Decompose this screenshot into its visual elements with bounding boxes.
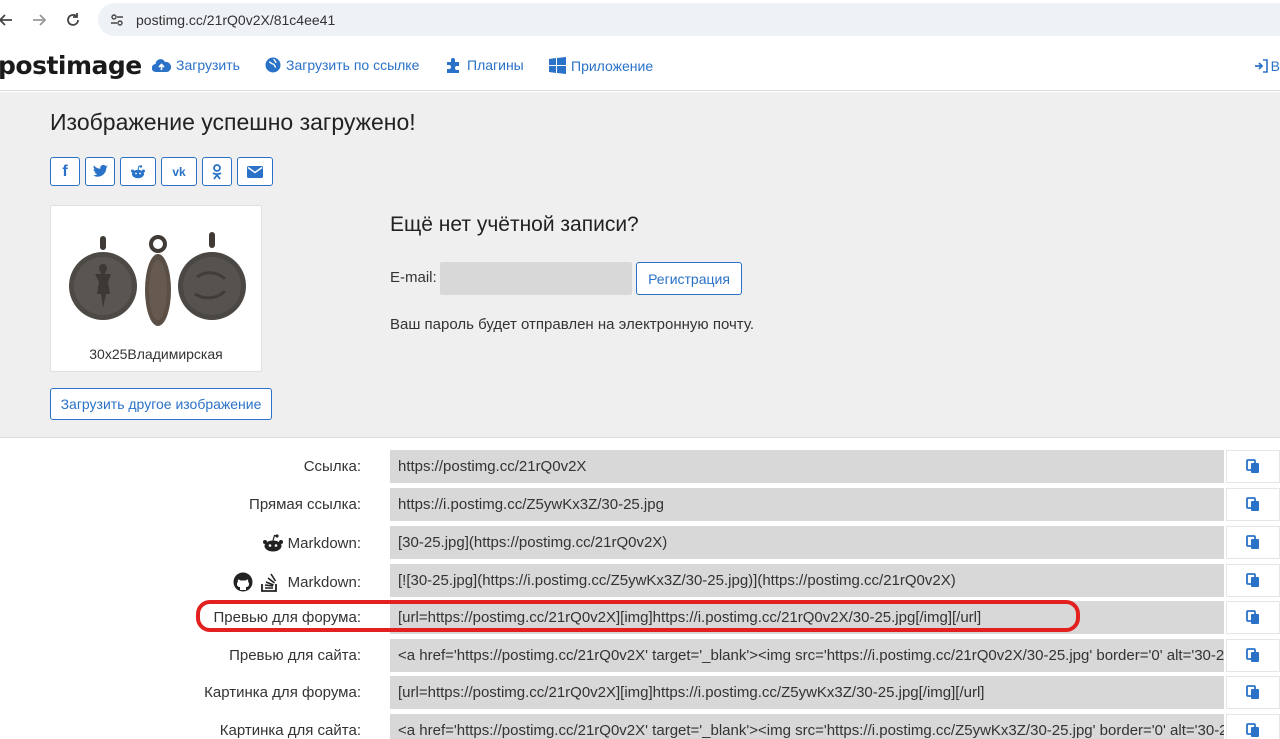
upload-another-button[interactable]: Загрузить другое изображение bbox=[50, 388, 272, 420]
vk-icon: vk bbox=[172, 164, 186, 179]
nav-plugins-label: Плагины bbox=[467, 57, 524, 73]
nav-upload-label: Загрузить bbox=[176, 57, 240, 73]
windows-icon bbox=[549, 57, 566, 74]
link-row-label: Прямая ссылка: bbox=[249, 496, 361, 513]
url-text[interactable]: postimg.cc/21rQ0v2X/81c4ee41 bbox=[136, 12, 335, 28]
copy-button[interactable] bbox=[1226, 488, 1280, 521]
site-settings-icon[interactable] bbox=[108, 11, 126, 29]
share-email-button[interactable] bbox=[237, 157, 273, 186]
cloud-upload-icon bbox=[152, 58, 171, 72]
link-row-markdown-github: Markdown: [![30-25.jpg](https://i.postim… bbox=[0, 564, 1280, 598]
link-row-label: Превью для форума: bbox=[213, 609, 361, 626]
link-row-forum-preview: Превью для форума: [url=https://postimg.… bbox=[0, 601, 1280, 635]
share-twitter-button[interactable] bbox=[85, 157, 115, 186]
link-row-label-group: Markdown: bbox=[233, 572, 361, 592]
link-row-label: Markdown: bbox=[287, 573, 361, 591]
copy-button[interactable] bbox=[1226, 714, 1280, 739]
reddit-icon bbox=[131, 164, 145, 178]
upload-result-panel: Изображение успешно загружено! f vk 30x2… bbox=[0, 92, 1280, 438]
sign-in-icon bbox=[1254, 59, 1268, 73]
link-field[interactable]: https://postimg.cc/21rQ0v2X bbox=[390, 450, 1224, 483]
copy-button[interactable] bbox=[1226, 450, 1280, 483]
copy-icon bbox=[1246, 535, 1259, 549]
nav-login-link[interactable]: В bbox=[1254, 58, 1280, 74]
nav-upload-link[interactable]: Загрузить bbox=[152, 57, 240, 73]
link-row-direct: Прямая ссылка: https://i.postimg.cc/Z5yw… bbox=[0, 488, 1280, 522]
site-navbar: postimage Загрузить Загрузить по ссылке … bbox=[0, 41, 1280, 91]
thumbnail-caption: 30x25Владимирская bbox=[89, 346, 223, 362]
copy-button[interactable] bbox=[1226, 526, 1280, 559]
facebook-icon: f bbox=[62, 162, 68, 180]
copy-button[interactable] bbox=[1226, 676, 1280, 709]
copy-icon bbox=[1246, 610, 1259, 624]
password-note: Ваш пароль будет отправлен на электронну… bbox=[390, 316, 754, 333]
share-reddit-button[interactable] bbox=[120, 157, 156, 186]
register-title: Ещё нет учётной записи? bbox=[390, 213, 639, 236]
twitter-icon bbox=[92, 165, 108, 177]
page-title: Изображение успешно загружено! bbox=[50, 109, 416, 135]
copy-icon bbox=[1246, 459, 1259, 473]
nav-app-label: Приложение bbox=[571, 57, 654, 74]
back-icon[interactable] bbox=[0, 8, 18, 32]
link-row-url: Ссылка: https://postimg.cc/21rQ0v2X bbox=[0, 450, 1280, 484]
reload-icon[interactable] bbox=[61, 8, 85, 32]
share-odnoklassniki-button[interactable] bbox=[202, 157, 232, 186]
copy-icon bbox=[1246, 497, 1259, 511]
thumbnail-image[interactable] bbox=[67, 232, 247, 328]
copy-icon bbox=[1246, 573, 1259, 587]
link-row-label-group: Markdown: bbox=[262, 534, 361, 552]
nav-upload-by-url-link[interactable]: Загрузить по ссылке bbox=[265, 57, 419, 73]
odnoklassniki-icon bbox=[212, 163, 222, 180]
address-bar[interactable]: postimg.cc/21rQ0v2X/81c4ee41 bbox=[98, 3, 1280, 36]
link-field[interactable]: [![30-25.jpg](https://i.postimg.cc/Z5ywK… bbox=[390, 564, 1224, 597]
link-row-forum-image: Картинка для форума: [url=https://postim… bbox=[0, 676, 1280, 710]
postimage-logo[interactable]: postimage bbox=[0, 51, 142, 80]
copy-button[interactable] bbox=[1226, 639, 1280, 672]
forward-icon[interactable] bbox=[27, 8, 51, 32]
email-label: E-mail: bbox=[390, 269, 437, 286]
globe-icon bbox=[265, 57, 281, 73]
nav-upload-by-url-label: Загрузить по ссылке bbox=[286, 57, 420, 73]
image-thumbnail-card[interactable]: 30x25Владимирская bbox=[50, 205, 262, 372]
register-button[interactable]: Регистрация bbox=[636, 262, 742, 295]
link-row-label: Превью для сайта: bbox=[229, 647, 361, 664]
link-row-label: Markdown: bbox=[287, 534, 361, 552]
reddit-icon bbox=[262, 534, 283, 552]
copy-icon bbox=[1246, 723, 1259, 737]
copy-button[interactable] bbox=[1226, 601, 1280, 634]
stackoverflow-icon bbox=[260, 573, 277, 592]
link-field[interactable]: [url=https://postimg.cc/21rQ0v2X][img]ht… bbox=[390, 676, 1224, 709]
link-row-markdown-reddit: Markdown: [30-25.jpg](https://postimg.cc… bbox=[0, 526, 1280, 560]
share-vk-button[interactable]: vk bbox=[161, 157, 197, 186]
copy-button[interactable] bbox=[1226, 564, 1280, 597]
copy-icon bbox=[1246, 648, 1259, 662]
link-field[interactable]: [30-25.jpg](https://postimg.cc/21rQ0v2X) bbox=[390, 526, 1224, 559]
link-field[interactable]: <a href='https://postimg.cc/21rQ0v2X' ta… bbox=[390, 714, 1224, 739]
link-field[interactable]: <a href='https://postimg.cc/21rQ0v2X' ta… bbox=[390, 639, 1224, 672]
share-buttons: f vk bbox=[50, 157, 278, 186]
copy-icon bbox=[1246, 685, 1259, 699]
link-row-site-image: Картинка для сайта: <a href='https://pos… bbox=[0, 714, 1280, 739]
link-field[interactable]: https://i.postimg.cc/Z5ywKx3Z/30-25.jpg bbox=[390, 488, 1224, 521]
github-icon bbox=[233, 572, 253, 592]
nav-plugins-link[interactable]: Плагины bbox=[445, 57, 524, 73]
email-icon bbox=[247, 165, 263, 178]
link-row-label: Картинка для сайта: bbox=[219, 722, 361, 739]
link-row-site-preview: Превью для сайта: <a href='https://posti… bbox=[0, 639, 1280, 673]
nav-app-link[interactable]: Приложение bbox=[549, 57, 653, 74]
email-field[interactable] bbox=[440, 262, 632, 295]
nav-login-label: В bbox=[1270, 58, 1280, 74]
link-row-label: Картинка для форума: bbox=[204, 684, 361, 701]
share-facebook-button[interactable]: f bbox=[50, 157, 80, 186]
link-row-label: Ссылка: bbox=[303, 458, 361, 475]
browser-toolbar: postimg.cc/21rQ0v2X/81c4ee41 bbox=[0, 0, 1280, 40]
link-field[interactable]: [url=https://postimg.cc/21rQ0v2X][img]ht… bbox=[390, 601, 1224, 634]
puzzle-icon bbox=[447, 58, 459, 73]
